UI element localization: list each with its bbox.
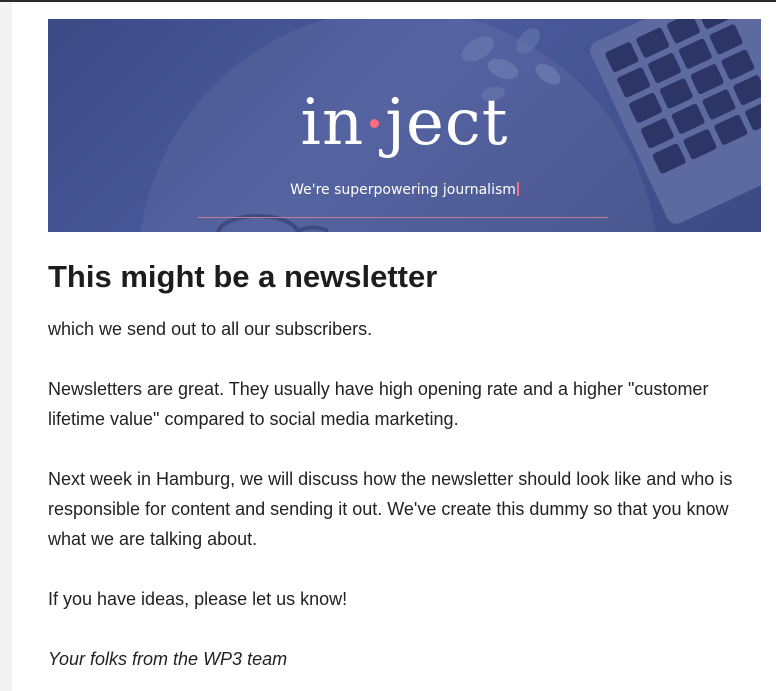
signoff: Your folks from the WP3 team bbox=[48, 649, 288, 669]
newsletter-headline: This might be a newsletter bbox=[48, 259, 438, 294]
email-body: in ject We're superpowering journalism Th… bbox=[12, 2, 776, 691]
left-margin-strip bbox=[0, 2, 12, 691]
brand-left: in bbox=[300, 86, 365, 160]
brand-tagline: We're superpowering journalism bbox=[48, 182, 761, 198]
brand-logo: in ject bbox=[48, 91, 761, 155]
banner-divider bbox=[198, 217, 608, 218]
benefits-paragraph: Newsletters are great. They usually have… bbox=[48, 379, 709, 429]
tagline-text: We're superpowering journalism bbox=[290, 182, 516, 198]
brand-dot-icon bbox=[370, 119, 380, 128]
intro-paragraph: which we send out to all our subscribers… bbox=[48, 319, 373, 339]
header-banner: in ject We're superpowering journalism bbox=[48, 19, 761, 232]
meeting-paragraph: Next week in Hamburg, we will discuss ho… bbox=[48, 469, 733, 549]
ideas-paragraph: If you have ideas, please let us know! bbox=[48, 589, 348, 609]
brand-right: ject bbox=[385, 86, 509, 160]
text-cursor-icon bbox=[516, 182, 519, 196]
newsletter-content: This might be a newsletter which we send… bbox=[48, 258, 761, 674]
